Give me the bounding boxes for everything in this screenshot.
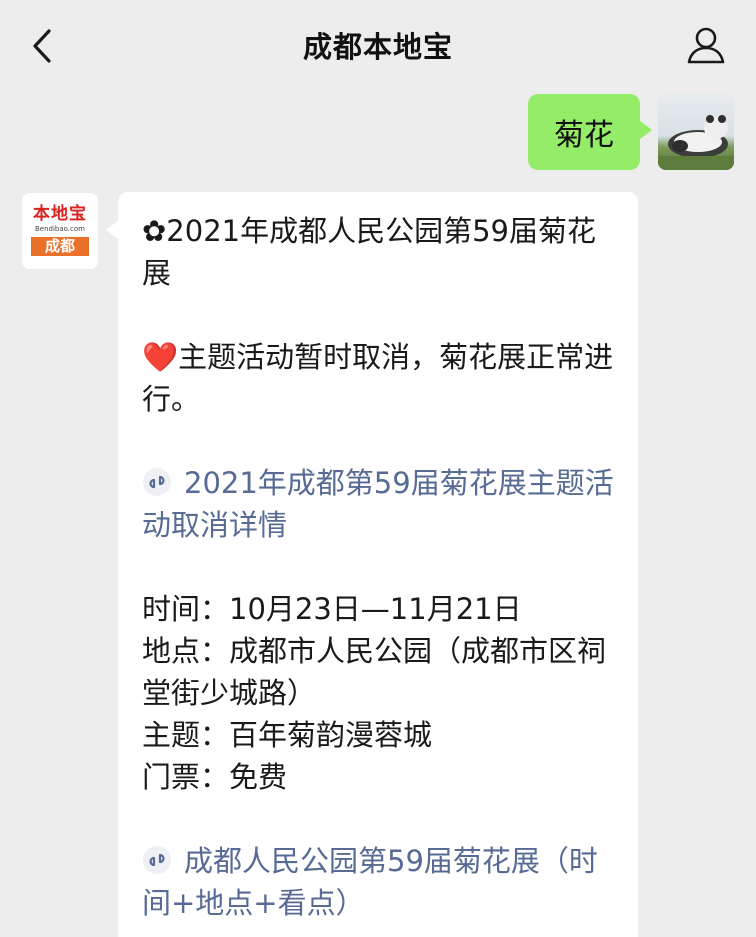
nav-bar: 成都本地宝 bbox=[0, 0, 756, 92]
outgoing-message-bubble[interactable]: 菊花 bbox=[528, 94, 652, 170]
page-title: 成都本地宝 bbox=[302, 30, 453, 64]
message-heading: ✿2021年成都人民公园第59届菊花展 bbox=[142, 214, 597, 290]
logo-text: 本地宝 bbox=[33, 204, 87, 224]
mini-program-icon bbox=[143, 846, 171, 874]
logo-subtext: Bendibao.com bbox=[34, 225, 85, 233]
profile-button[interactable] bbox=[684, 22, 728, 68]
outgoing-message-row: 菊花 bbox=[528, 94, 734, 170]
mini-program-icon bbox=[143, 468, 171, 496]
my-avatar[interactable] bbox=[658, 94, 734, 170]
logo-city: 成都 bbox=[31, 237, 89, 256]
event-ticket: 门票：免费 bbox=[142, 760, 288, 794]
message-notice: ❤️主题活动暂时取消，菊花展正常进行。 bbox=[142, 340, 614, 416]
event-info-link-text: 成都人民公园第59届菊花展（时间+地点+看点） bbox=[142, 844, 598, 920]
person-icon bbox=[687, 27, 725, 64]
event-info-link[interactable]: 成都人民公园第59届菊花展（时间+地点+看点） bbox=[142, 840, 618, 924]
outgoing-message-text: 菊花 bbox=[554, 118, 614, 153]
event-place: 地点：成都市人民公园（成都市区祠堂街少城路） bbox=[142, 634, 607, 710]
incoming-message-bubble: ✿2021年成都人民公园第59届菊花展 ❤️主题活动暂时取消，菊花展正常进行。 … bbox=[106, 192, 638, 937]
bot-avatar[interactable]: 本地宝 Bendibao.com 成都 bbox=[22, 193, 98, 269]
panda-sculpture-image bbox=[658, 115, 734, 170]
event-theme: 主题：百年菊韵漫蓉城 bbox=[142, 718, 433, 752]
cancel-details-link-text: 2021年成都第59届菊花展主题活动取消详情 bbox=[142, 466, 614, 542]
event-time: 时间：10月23日—11月21日 bbox=[142, 592, 522, 626]
cancel-details-link[interactable]: 2021年成都第59届菊花展主题活动取消详情 bbox=[142, 462, 618, 546]
